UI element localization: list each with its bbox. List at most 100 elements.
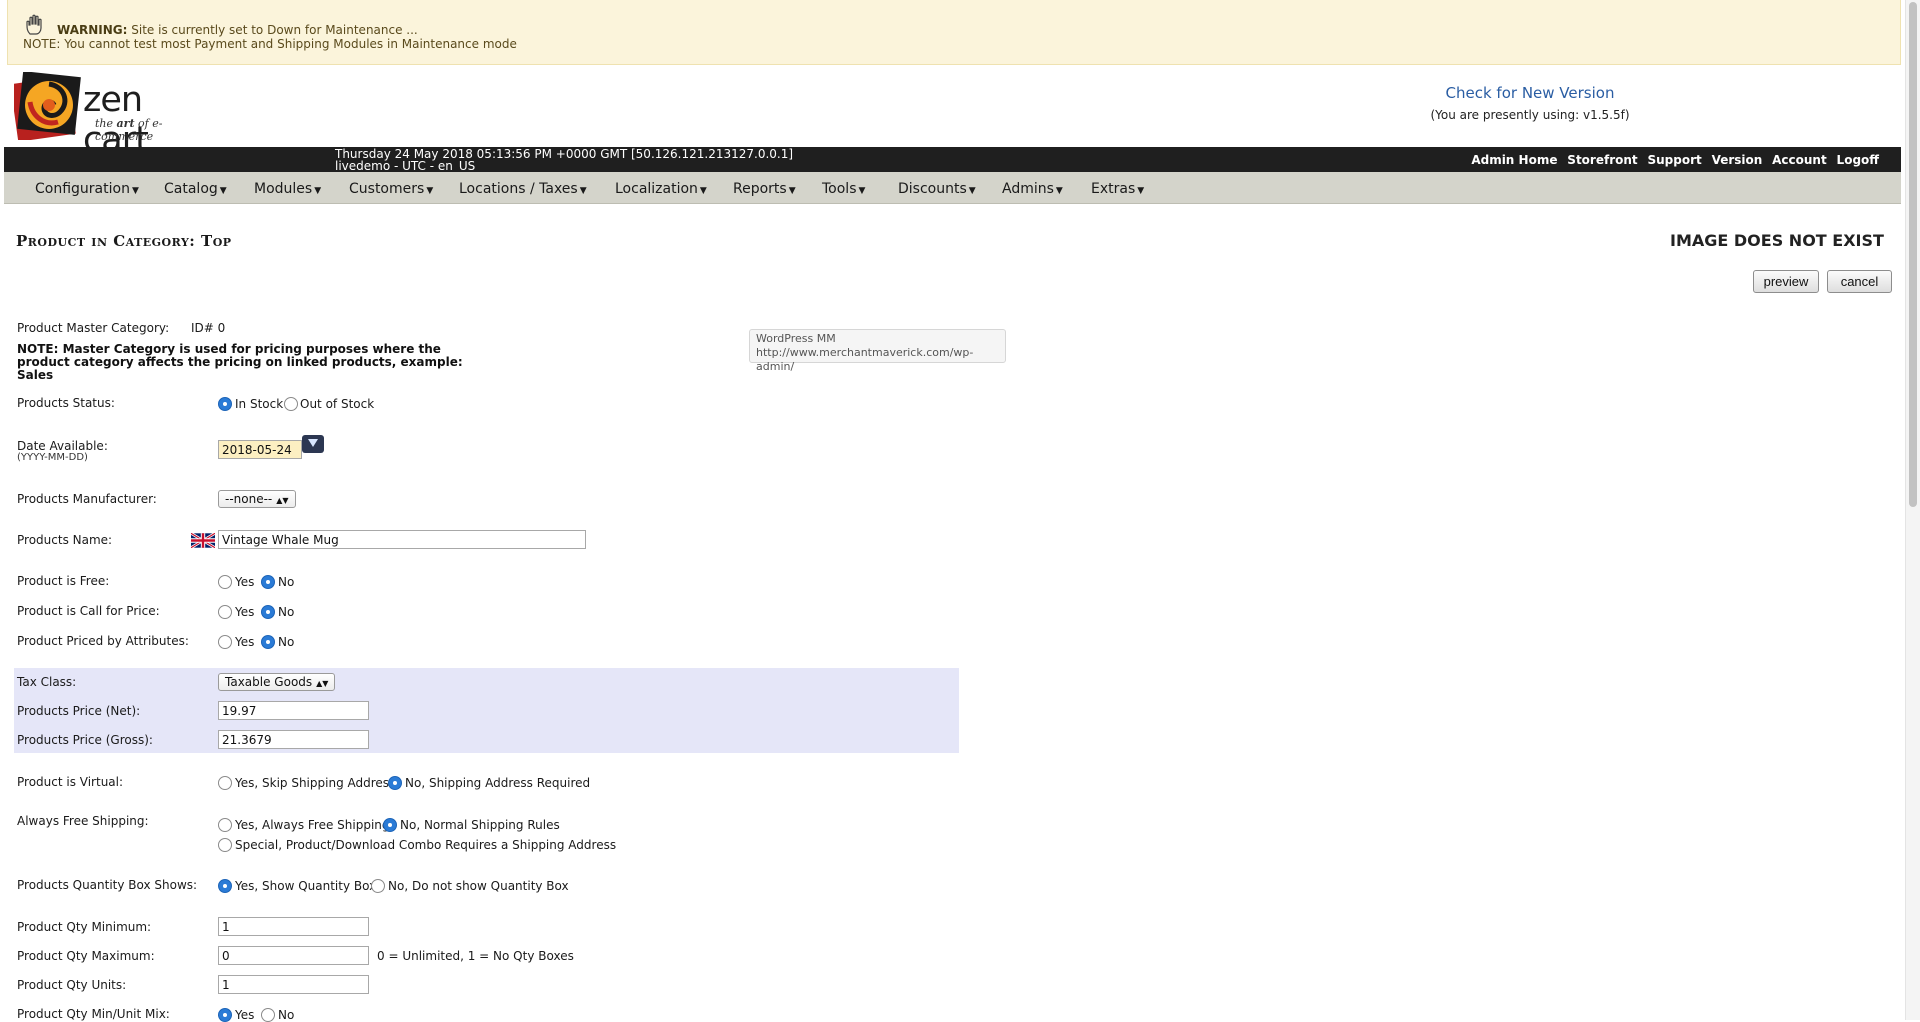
menu-discounts[interactable]: Discounts ▼ — [898, 181, 976, 197]
master-category-note: NOTE: Master Category is used for pricin… — [17, 342, 463, 382]
free-shipping-no-radio[interactable] — [383, 818, 397, 832]
call-for-price-yes-label: Yes — [235, 605, 255, 619]
status-label: Products Status: — [17, 396, 115, 410]
calendar-dropdown-icon[interactable] — [302, 435, 324, 453]
caret-down-icon: ▼ — [968, 186, 976, 196]
support-link[interactable]: Support — [1647, 153, 1701, 167]
account-link[interactable]: Account — [1772, 153, 1827, 167]
menu-extras[interactable]: Extras ▼ — [1091, 181, 1144, 197]
menu-tools[interactable]: Tools ▼ — [822, 181, 865, 197]
menu-modules[interactable]: Modules ▼ — [254, 181, 321, 197]
menu-catalog[interactable]: Catalog ▼ — [164, 181, 227, 197]
preview-button[interactable]: preview — [1753, 270, 1819, 293]
qty-maximum-input[interactable]: 0 — [218, 946, 369, 965]
status-out-of-stock-label: Out of Stock — [300, 397, 375, 411]
menu-admins[interactable]: Admins ▼ — [1002, 181, 1063, 197]
uk-flag-icon — [191, 533, 215, 548]
qty-units-label: Product Qty Units: — [17, 978, 127, 992]
vertical-scrollbar[interactable] — [1905, 0, 1920, 1020]
select-arrows-icon: ▲▼ — [316, 679, 329, 688]
current-version-text: (You are presently using: v1.5.5f) — [1430, 108, 1630, 122]
master-category-value: ID# 0 — [191, 321, 226, 335]
call-for-price-yes-radio[interactable] — [218, 605, 232, 619]
qty-box-yes-label: Yes, Show Quantity Box — [235, 879, 377, 893]
logo-tagline: the art of e-commerce — [95, 117, 163, 143]
warning-note: NOTE: You cannot test most Payment and S… — [23, 37, 517, 51]
admin-page: WARNING: Site is currently set to Down f… — [0, 0, 1905, 1022]
priced-by-attributes-label: Product Priced by Attributes: — [17, 634, 189, 648]
tooltip-url: http://www.merchantmaverick.com/wp-admin… — [756, 346, 974, 373]
qty-maximum-hint: 0 = Unlimited, 1 = No Qty Boxes — [377, 949, 574, 963]
date-available-input[interactable]: 2018-05-24 — [218, 440, 302, 459]
caret-down-icon: ▼ — [314, 186, 322, 196]
caret-down-icon: ▼ — [788, 186, 796, 196]
status-out-of-stock-radio[interactable] — [284, 397, 298, 411]
caret-down-icon: ▼ — [579, 186, 587, 196]
free-shipping-label: Always Free Shipping: — [17, 814, 149, 828]
product-free-yes-radio[interactable] — [218, 575, 232, 589]
status-in-stock-radio[interactable] — [218, 397, 232, 411]
products-name-input[interactable]: Vintage Whale Mug — [218, 530, 586, 549]
tax-class-select[interactable]: Taxable Goods ▲▼ — [218, 673, 336, 691]
select-arrows-icon: ▲▼ — [276, 496, 289, 505]
qty-minimum-label: Product Qty Minimum: — [17, 920, 152, 934]
products-name-label: Products Name: — [17, 533, 113, 547]
virtual-yes-label: Yes, Skip Shipping Address — [235, 776, 396, 790]
free-shipping-yes-radio[interactable] — [218, 818, 232, 832]
maintenance-warning: WARNING: Site is currently set to Down f… — [7, 0, 1901, 65]
caret-down-icon: ▼ — [426, 186, 434, 196]
version-link[interactable]: Version — [1712, 153, 1763, 167]
pricing-section — [14, 668, 959, 753]
caret-down-icon: ▼ — [699, 186, 707, 196]
admin-info-bar: Thursday 24 May 2018 05:13:56 PM +0000 G… — [4, 147, 1901, 172]
qty-mix-label: Product Qty Min/Unit Mix: — [17, 1007, 170, 1021]
free-shipping-special-radio[interactable] — [218, 838, 232, 852]
check-version-link[interactable]: Check for New Version — [1380, 84, 1680, 102]
storefront-link[interactable]: Storefront — [1567, 153, 1637, 167]
admin-links: Admin Home Storefront Support Version Ac… — [1465, 153, 1879, 167]
caret-down-icon: ▼ — [858, 186, 866, 196]
menu-locations-taxes[interactable]: Locations / Taxes ▼ — [459, 181, 587, 197]
call-for-price-no-radio[interactable] — [261, 605, 275, 619]
virtual-no-radio[interactable] — [388, 776, 402, 790]
qty-units-input[interactable]: 1 — [218, 975, 369, 994]
page-title: Product in Category: Top — [16, 232, 232, 250]
price-net-input[interactable]: 19.97 — [218, 701, 369, 720]
scrollbar-thumb[interactable] — [1909, 2, 1917, 507]
status-in-stock-label: In Stock — [235, 397, 284, 411]
date-format-hint: (YYYY-MM-DD) — [17, 452, 88, 463]
product-free-no-radio[interactable] — [261, 575, 275, 589]
menu-customers[interactable]: Customers ▼ — [349, 181, 433, 197]
priced-by-attributes-no-radio[interactable] — [261, 635, 275, 649]
priced-by-attributes-yes-radio[interactable] — [218, 635, 232, 649]
date-available-label: Date Available: — [17, 439, 108, 453]
product-free-yes-label: Yes — [235, 575, 255, 589]
cancel-button[interactable]: cancel — [1827, 270, 1892, 293]
call-for-price-no-label: No — [278, 605, 295, 619]
version-box: Check for New Version (You are presently… — [1380, 84, 1680, 122]
qty-box-yes-radio[interactable] — [218, 879, 232, 893]
zen-cart-logo[interactable]: zen cart the art of e-commerce — [14, 72, 214, 160]
call-for-price-label: Product is Call for Price: — [17, 604, 160, 618]
qty-box-no-radio[interactable] — [371, 879, 385, 893]
warning-text: WARNING: Site is currently set to Down f… — [57, 23, 418, 37]
menu-configuration[interactable]: Configuration ▼ — [35, 181, 139, 197]
qty-box-label: Products Quantity Box Shows: — [17, 878, 198, 892]
logoff-link[interactable]: Logoff — [1837, 153, 1879, 167]
autofill-tooltip[interactable]: WordPress MM http://www.merchantmaverick… — [749, 329, 1006, 373]
caret-down-icon: ▼ — [1055, 186, 1063, 196]
caret-down-icon: ▼ — [1137, 186, 1145, 196]
server-info: Thursday 24 May 2018 05:13:56 PM +0000 G… — [335, 148, 793, 172]
admin-home-link[interactable]: Admin Home — [1471, 153, 1557, 167]
menu-reports[interactable]: Reports ▼ — [733, 181, 796, 197]
virtual-yes-radio[interactable] — [218, 776, 232, 790]
manufacturer-select[interactable]: --none-- ▲▼ — [218, 490, 296, 508]
price-gross-input[interactable]: 21.3679 — [218, 730, 369, 749]
product-virtual-label: Product is Virtual: — [17, 775, 124, 789]
virtual-no-label: No, Shipping Address Required — [405, 776, 591, 790]
qty-minimum-input[interactable]: 1 — [218, 917, 369, 936]
price-gross-label: Products Price (Gross): — [17, 733, 153, 747]
priced-by-attributes-yes-label: Yes — [235, 635, 255, 649]
manufacturer-label: Products Manufacturer: — [17, 492, 157, 506]
menu-localization[interactable]: Localization ▼ — [615, 181, 707, 197]
